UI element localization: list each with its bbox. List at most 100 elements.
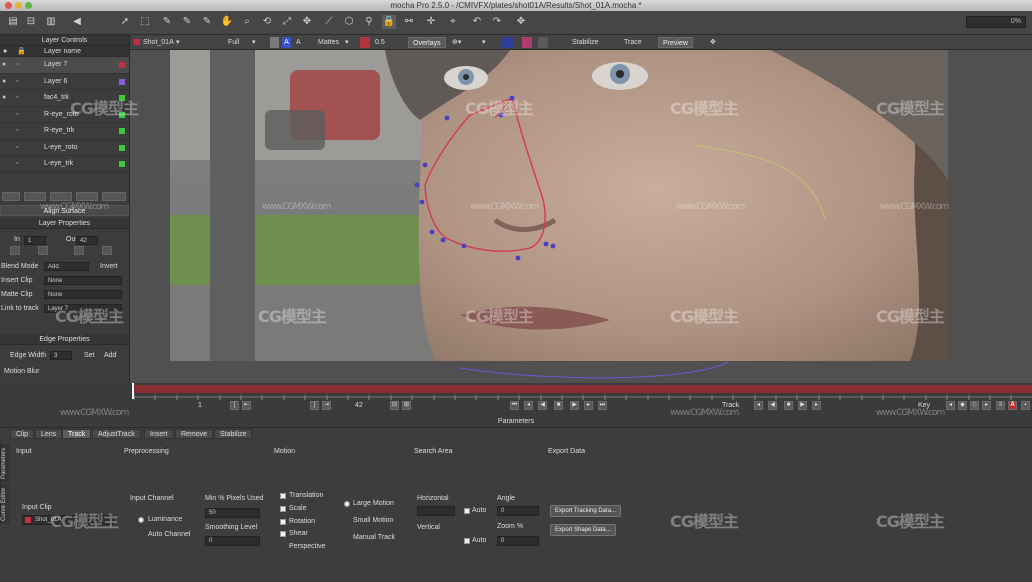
save-project-icon[interactable]: ▥ [44,15,58,29]
lock-icon[interactable]: ▫ [16,107,18,124]
lock-icon[interactable]: ▫ [16,57,18,74]
preview-button[interactable]: Preview [658,37,693,48]
lock-icon[interactable]: 🔒 [382,15,396,29]
view-mode-select[interactable]: Full [228,37,239,48]
attach-tool-icon[interactable]: ⚲ [362,15,376,29]
smoothing-level-field[interactable]: 0 [205,536,260,546]
transform-tool-icon[interactable]: ✥ [300,15,314,29]
next-key-button[interactable]: ▸ [982,401,991,410]
show-planes-icon[interactable] [502,37,514,48]
layer-down-button[interactable] [102,192,126,201]
set-in-frame-button[interactable]: [ [230,401,239,410]
layer-color-swatch[interactable] [119,161,125,167]
zoom-tool-icon[interactable]: ⌕ [240,15,254,29]
layer-color-swatch[interactable] [119,144,125,151]
redo-icon[interactable]: ↷ [490,15,504,29]
shear-tool-icon[interactable]: ⟋ [322,15,336,29]
rotation-checkbox[interactable] [280,519,286,525]
matte-clip-select[interactable]: None [44,290,122,299]
play-forward-button[interactable]: ▶ [570,401,579,410]
step-forward-button[interactable]: ▸ [584,401,593,410]
color-toggle-icon[interactable] [270,37,279,48]
set-in-button[interactable] [10,246,20,255]
shear-checkbox[interactable] [280,531,286,537]
crosshair-tool-icon[interactable]: ✛ [424,15,438,29]
zoom-level[interactable]: 0.5 [375,37,385,48]
set-out-frame-button[interactable]: ] [310,401,319,410]
visibility-icon[interactable]: ● [2,74,6,91]
visibility-icon[interactable]: ● [2,90,6,107]
clip-select[interactable]: Shot_01A [143,37,174,48]
tab-track[interactable]: Track [62,429,92,439]
track-forward-button[interactable]: ▸ [812,401,821,410]
tab-stabilize[interactable]: Stabilize [214,429,253,439]
set-edge-button[interactable]: Set [84,352,95,359]
parameters-side-tab[interactable]: Parameters [0,444,10,482]
new-project-icon[interactable]: ▤ [6,15,20,29]
tab-lens[interactable]: Lens [35,429,63,439]
alpha-toggle[interactable]: A [282,37,291,48]
layer-row[interactable]: ▫ L-eye_roto [0,140,129,156]
lock-icon[interactable]: ▫ [16,74,18,91]
lock-icon[interactable]: ▫ [16,90,18,107]
select-all-icon[interactable]: ⬚ [138,15,152,29]
delete-layer-button[interactable] [24,192,46,201]
frame-field-left-button[interactable]: ⊟ [390,401,399,410]
layer-row[interactable]: ▫ L-eye_trk [0,156,129,173]
layer-row[interactable]: ● ▫ Layer 7 [0,57,129,74]
mattes-dropdown-icon[interactable]: ▾ [345,37,349,48]
zoom-auto-checkbox[interactable] [464,538,470,544]
view-mode-dropdown-icon[interactable]: ▾ [252,37,256,48]
open-project-icon[interactable]: ⊟ [24,15,38,29]
surface-toggle-icon[interactable] [522,37,532,48]
stop-button[interactable]: ■ [554,401,563,410]
close-window-button[interactable] [5,2,12,9]
surface-tool-icon[interactable]: ⌖ [446,15,460,29]
out-point-field[interactable]: 42 [76,236,98,245]
edge-width-field[interactable]: 3 [50,351,72,360]
frame-field-right-button[interactable]: ⊞ [402,401,411,410]
in-point-field[interactable]: 1 [24,236,46,245]
small-motion-label[interactable]: Small Motion [353,517,393,524]
blend-mode-select[interactable]: Add [44,262,89,271]
delete-key-button[interactable]: ◇ [970,401,979,410]
duplicate-layer-button[interactable] [50,192,72,201]
scale-tool-icon[interactable]: ⤢ [280,15,294,29]
layer-row[interactable]: ▫ R-eye_trk [0,123,129,140]
mattes-color-icon[interactable] [360,37,370,48]
delete-all-keys-button[interactable]: ▪ [1021,401,1030,410]
zoom-field[interactable]: 0 [497,536,539,546]
trace-toggle[interactable]: Trace [624,37,642,48]
layer-color-swatch[interactable] [119,128,125,134]
export-tracking-data-button[interactable]: Export Tracking Data... [550,505,622,517]
insert-clip-select[interactable]: None [44,276,122,285]
timeline-ruler[interactable] [134,394,1032,400]
mattes-select[interactable]: Mattes [318,37,339,48]
overlays-button[interactable]: Overlays [408,37,446,48]
step-back-button[interactable]: ◂ [524,401,533,410]
go-to-end-button[interactable]: ⏭ [598,401,607,410]
move-icon[interactable]: ✥ [514,15,528,29]
layer-outline-icon[interactable] [538,37,548,48]
angle-field[interactable]: 0 [497,506,539,516]
luminance-radio[interactable] [138,517,144,523]
tab-remove[interactable]: Remove [175,429,214,439]
go-in-frame-button[interactable]: ⇤ [242,401,251,410]
curve-editor-side-tab[interactable]: Curve Editor [0,484,10,524]
pick-tool-icon[interactable]: ➚ [118,15,132,29]
go-to-start-button[interactable]: ⏮ [510,401,519,410]
playhead[interactable] [132,383,134,399]
bezier-tool-icon[interactable]: ✎ [180,15,194,29]
key-options-button[interactable]: ≡ [996,401,1005,410]
minimize-window-button[interactable] [15,2,22,9]
tab-insert[interactable]: Insert [144,429,174,439]
auto-channel-label[interactable]: Auto Channel [148,531,190,538]
add-key-button[interactable]: ◆ [958,401,967,410]
go-out-button[interactable] [102,246,112,255]
min-pixels-field[interactable]: 50 [205,508,260,518]
grid-dropdown-icon[interactable]: ▾ [482,37,486,48]
track-forward-one-button[interactable]: ▶ [798,401,807,410]
add-edge-button[interactable]: Add [104,352,116,359]
layer-color-swatch[interactable] [119,62,125,68]
go-in-button[interactable] [38,246,48,255]
